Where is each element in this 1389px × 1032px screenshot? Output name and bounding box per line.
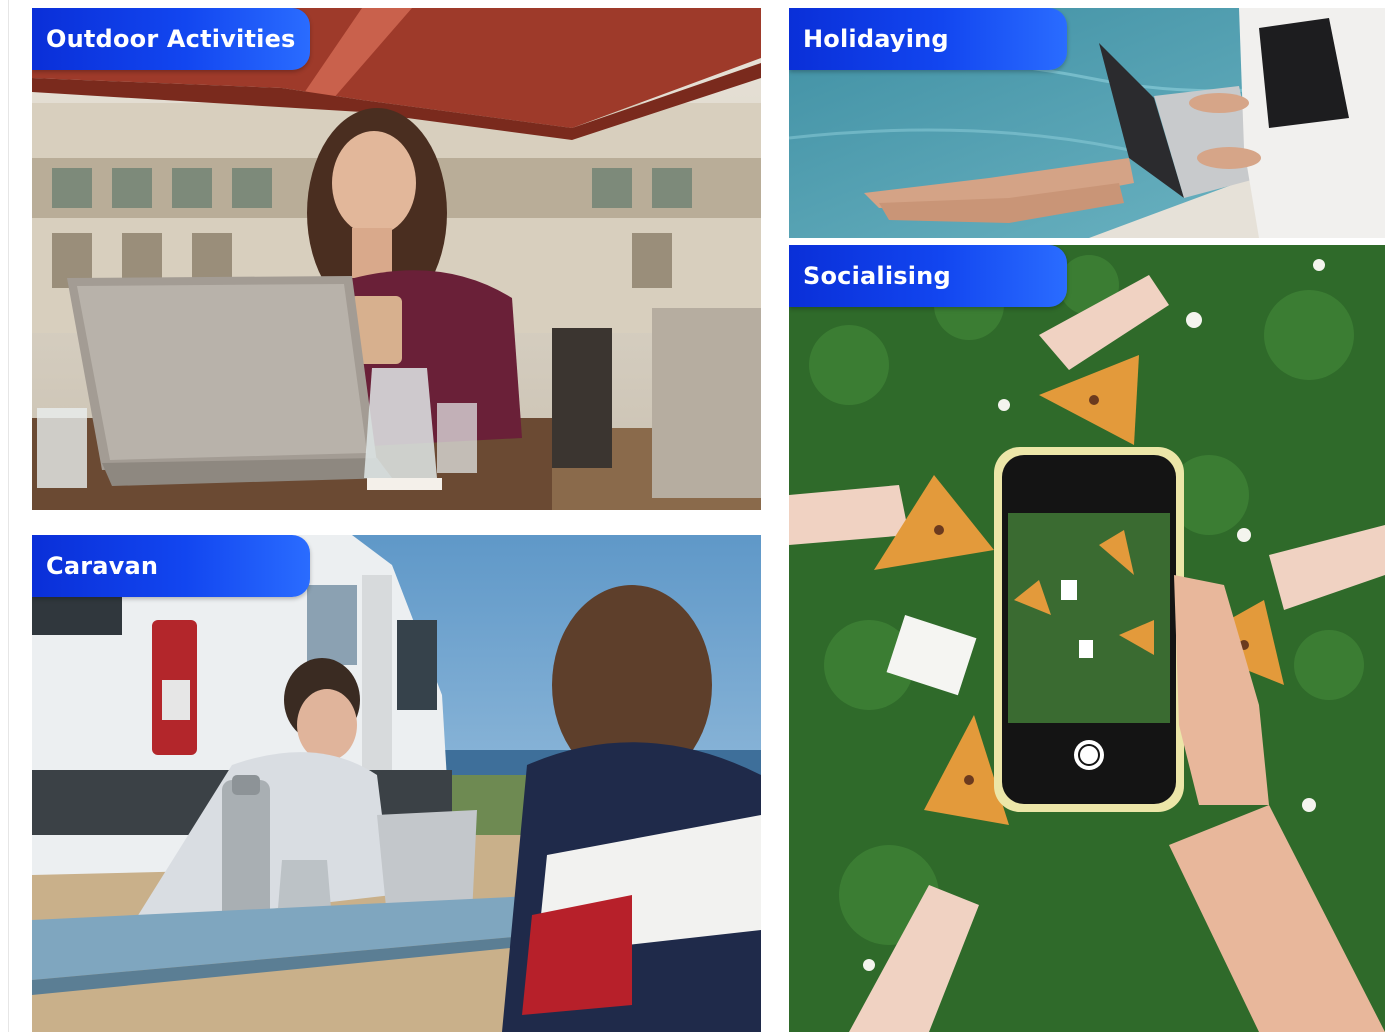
caravan-tile: Caravan: [32, 535, 761, 1032]
outdoor-cafe-photo: [32, 8, 761, 510]
caravan-photo: [32, 535, 761, 1032]
holidaying-label: Holidaying: [789, 8, 1067, 70]
outdoor-activities-label: Outdoor Activities: [32, 8, 310, 70]
left-edge-divider: [8, 0, 9, 1032]
socialising-label: Socialising: [789, 245, 1067, 307]
grass-pizza-phone-photo: [789, 245, 1385, 1032]
caravan-label: Caravan: [32, 535, 310, 597]
socialising-tile: Socialising: [789, 245, 1385, 1032]
activity-collage: Outdoor Activities Caravan Holidaying So…: [0, 0, 1389, 1032]
holidaying-tile: Holidaying: [789, 8, 1385, 238]
outdoor-activities-tile: Outdoor Activities: [32, 8, 761, 510]
